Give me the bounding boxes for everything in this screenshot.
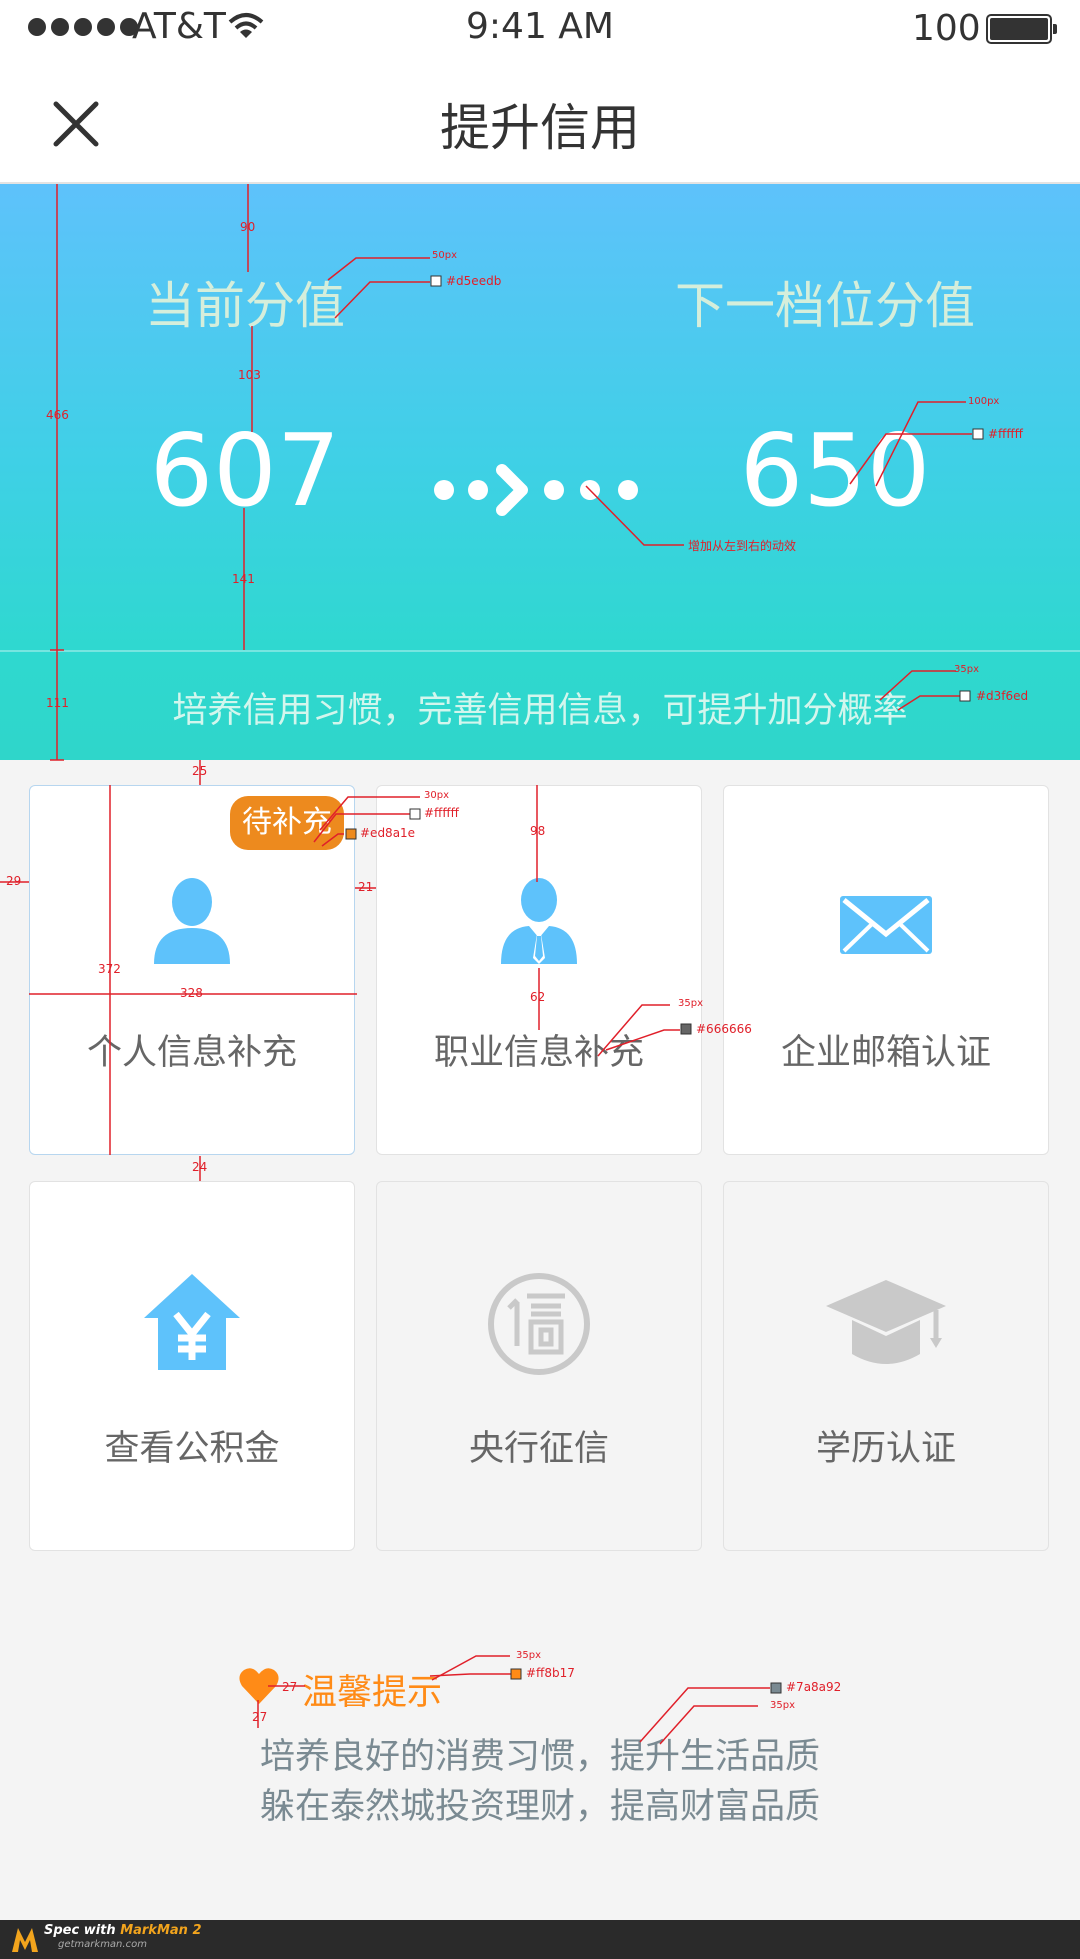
credit-seal-icon	[377, 1272, 701, 1380]
spec-label: 35px	[770, 1700, 795, 1711]
spec-label: #ff8b17	[526, 1666, 575, 1680]
next-score-label: 下一档位分值	[675, 277, 975, 335]
banner-tip: 培养信用习惯，完善信用信息，可提升加分概率	[172, 691, 908, 731]
spec-label: 29	[6, 874, 22, 888]
card-label: 学历认证	[815, 1429, 956, 1469]
house-yuan-icon	[30, 1272, 354, 1376]
spec-label: #ffffff	[988, 427, 1023, 441]
current-score-label: 当前分值	[145, 277, 345, 335]
card-label: 职业信息补充	[433, 1033, 644, 1073]
markman-brand: Spec with MarkMan 2	[44, 1923, 202, 1938]
spec-label: 98	[530, 824, 546, 838]
status-bar: AT&T 9:41 AM 100	[0, 0, 1080, 60]
heart-icon	[239, 1668, 279, 1704]
next-score: 650	[739, 412, 931, 529]
spec-label: 141	[232, 572, 255, 586]
card-label: 企业邮箱认证	[780, 1033, 991, 1073]
spec-label: #ffffff	[424, 806, 459, 820]
tips-title: 温馨提示	[302, 1673, 443, 1713]
banner-divider	[0, 650, 1080, 652]
graduation-cap-icon	[724, 1278, 1048, 1378]
person-icon	[30, 876, 354, 970]
spec-label: 30px	[424, 790, 449, 801]
spec-label: 35px	[516, 1650, 541, 1661]
markman-footer: Spec with MarkMan 2 getmarkman.com	[0, 1920, 1080, 1959]
card-company-email[interactable]: 企业邮箱认证	[723, 785, 1049, 1155]
spec-label: 增加从左到右的动效	[688, 539, 797, 553]
spec-label: 90	[240, 220, 256, 234]
progress-arrow-icon	[434, 464, 638, 516]
spec-label: #666666	[696, 1022, 752, 1036]
spec-label: #d5eedb	[446, 274, 502, 288]
card-career-info[interactable]: 职业信息补充	[376, 785, 702, 1155]
page-title: 提升信用	[440, 99, 640, 157]
envelope-icon	[724, 896, 1048, 958]
spec-label: 21	[358, 880, 374, 894]
tips-line: 培养良好的消费习惯，提升生活品质	[259, 1737, 820, 1777]
spec-label: 466	[46, 408, 69, 422]
pending-badge: 待补充	[230, 796, 344, 850]
spec-label: 328	[180, 986, 203, 1000]
spec-label: 35px	[678, 998, 703, 1009]
markman-site: getmarkman.com	[58, 1939, 147, 1950]
credit-score-banner: 当前分值 下一档位分值 607 650 培养信用习惯，完善信用信息，可提升加分概…	[0, 184, 1080, 760]
spec-label: #d3f6ed	[976, 689, 1029, 703]
spec-label: 50px	[432, 250, 457, 261]
card-label: 个人信息补充	[86, 1033, 297, 1073]
card-label: 查看公积金	[104, 1429, 280, 1469]
spec-label: 111	[46, 696, 69, 710]
spec-label: #7a8a92	[786, 1680, 842, 1694]
card-education[interactable]: 学历认证	[723, 1181, 1049, 1551]
spec-label: 27	[282, 1680, 298, 1694]
current-score: 607	[149, 412, 341, 529]
businessman-icon	[377, 876, 701, 970]
card-central-bank-credit[interactable]: 央行征信	[376, 1181, 702, 1551]
markman-logo-icon	[12, 1928, 38, 1952]
spec-label: #ed8a1e	[360, 826, 416, 840]
nav-bar: 提升信用	[0, 60, 1080, 184]
spec-label: 100px	[968, 396, 1000, 407]
spec-label: 35px	[954, 664, 979, 675]
battery-icon	[986, 14, 1057, 44]
card-housing-fund[interactable]: 查看公积金	[29, 1181, 355, 1551]
spec-label: 24	[192, 1160, 208, 1174]
spec-label: 372	[98, 962, 121, 976]
spec-label: 62	[530, 990, 546, 1004]
spec-label: 27	[252, 1710, 268, 1724]
spec-label: 103	[238, 368, 261, 382]
tips-line: 躲在泰然城投资理财，提高财富品质	[259, 1787, 820, 1827]
spec-label: 25	[192, 764, 208, 778]
battery-percent: 100	[912, 8, 981, 49]
card-label: 央行征信	[468, 1429, 609, 1469]
